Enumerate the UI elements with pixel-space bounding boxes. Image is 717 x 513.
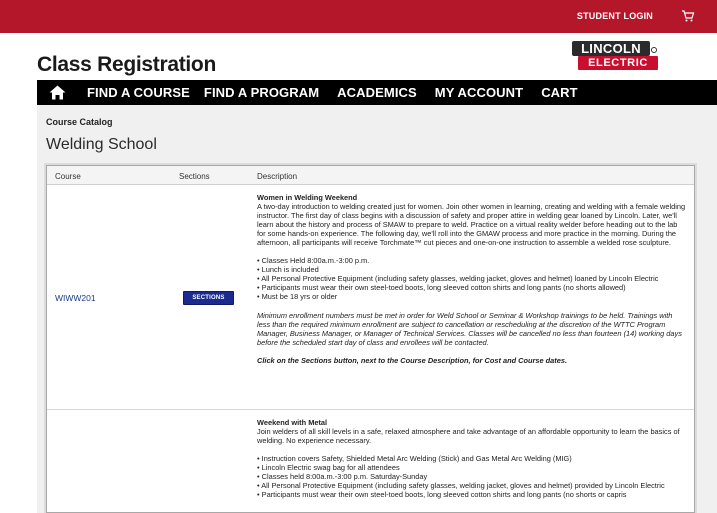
course-title: Women in Welding Weekend — [257, 193, 358, 202]
logo-line2: ELECTRIC — [578, 56, 658, 70]
table-row: Weekend with Metal Join welders of all s… — [47, 411, 694, 512]
registered-mark-icon — [651, 47, 657, 53]
list-item: • Participants must wear their own steel… — [257, 490, 627, 500]
cart-icon[interactable] — [681, 9, 695, 23]
list-item: • Instruction covers Safety, Shielded Me… — [257, 454, 572, 464]
main-nav: FIND A COURSE FIND A PROGRAM ACADEMICS M… — [37, 80, 717, 105]
page-title: Class Registration — [37, 53, 216, 76]
sections-instruction: Click on the Sections button, next to th… — [257, 355, 568, 365]
list-item: • Lunch is included — [257, 265, 319, 275]
list-item: • Lincoln Electric swag bag for all atte… — [257, 463, 400, 473]
list-item: • Classes held 8:00a.m.-3:00 p.m. Saturd… — [257, 472, 428, 482]
lincoln-electric-logo[interactable]: LINCOLN ELECTRIC — [572, 41, 658, 72]
home-icon[interactable] — [41, 80, 73, 105]
header-description: Description — [257, 172, 298, 181]
list-item: • All Personal Protective Equipment (inc… — [257, 481, 665, 491]
course-description: Weekend with Metal Join welders of all s… — [257, 418, 687, 499]
section-title: Welding School — [46, 136, 157, 153]
course-title: Weekend with Metal — [257, 418, 328, 427]
nav-find-a-program[interactable]: FIND A PROGRAM — [204, 85, 319, 100]
course-intro: Join welders of all skill levels in a sa… — [257, 427, 680, 446]
logo-line1: LINCOLN — [572, 41, 650, 56]
list-item: • All Personal Protective Equipment (inc… — [257, 274, 659, 284]
table-row: WIWW201 SECTIONS Women in Welding Weeken… — [47, 186, 694, 410]
nav-find-a-course[interactable]: FIND A COURSE — [87, 85, 190, 100]
sections-button[interactable]: SECTIONS — [183, 291, 234, 305]
breadcrumb: Course Catalog — [46, 117, 113, 127]
top-bar: STUDENT LOGIN — [0, 0, 717, 33]
main-content: Course Catalog Welding School Course Sec… — [37, 105, 717, 513]
course-table: Course Sections Description WIWW201 SECT… — [46, 165, 695, 513]
course-code-link[interactable]: WIWW201 — [55, 293, 96, 303]
table-header: Course Sections Description — [47, 166, 694, 185]
list-item: • Participants must wear their own steel… — [257, 283, 626, 293]
nav-cart[interactable]: CART — [541, 85, 578, 100]
nav-academics[interactable]: ACADEMICS — [337, 85, 417, 100]
enrollment-note: Minimum enrollment numbers must be met i… — [257, 310, 682, 347]
header-course: Course — [55, 172, 81, 181]
course-intro: A two-day introduction to welding create… — [257, 202, 686, 248]
course-description: Women in Welding Weekend A two-day intro… — [257, 193, 687, 365]
list-item: • Classes Held 8:00a.m.-3:00 p.m. — [257, 256, 370, 266]
student-login-link[interactable]: STUDENT LOGIN — [577, 11, 653, 21]
list-item: • Must be 18 yrs or older — [257, 292, 338, 302]
header-sections: Sections — [179, 172, 210, 181]
nav-my-account[interactable]: MY ACCOUNT — [435, 85, 523, 100]
